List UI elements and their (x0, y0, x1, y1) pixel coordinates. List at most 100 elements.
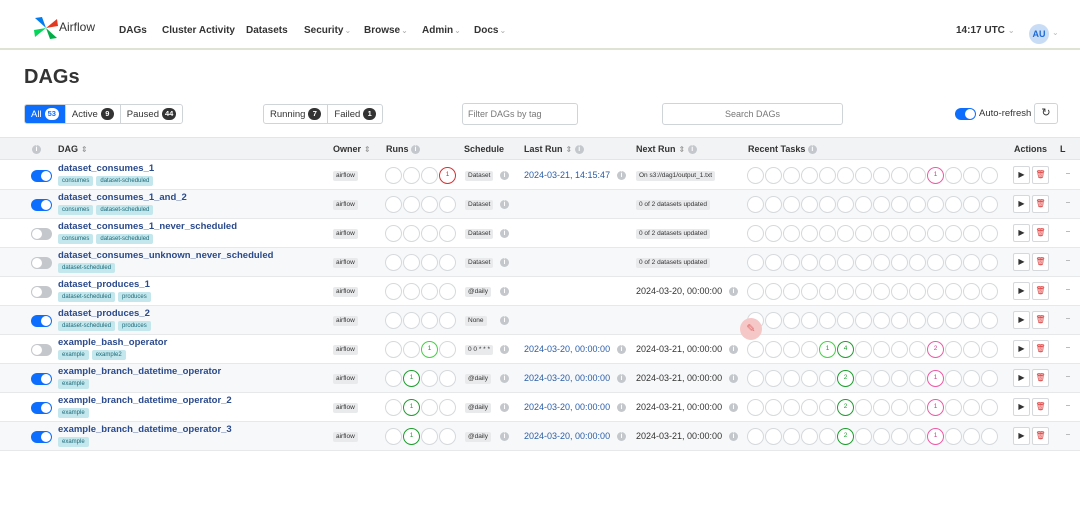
schedule-badge[interactable]: Dataset (465, 200, 494, 210)
run-state-circle[interactable] (403, 312, 420, 329)
task-state-circle[interactable] (819, 370, 836, 387)
owner-badge[interactable]: airflow (333, 287, 358, 297)
delete-dag-button[interactable]: 🗑 (1032, 224, 1049, 242)
task-state-circle[interactable] (927, 196, 944, 213)
task-state-circle[interactable] (765, 399, 782, 416)
task-state-circle[interactable] (783, 341, 800, 358)
task-state-circle[interactable] (963, 225, 980, 242)
info-icon[interactable]: i (617, 403, 626, 412)
trigger-dag-button[interactable]: ▶ (1013, 311, 1030, 329)
schedule-badge[interactable]: Dataset (465, 258, 494, 268)
task-state-circle[interactable] (981, 283, 998, 300)
last-run-link[interactable]: 2024-03-20, 00:00:00 (524, 373, 610, 383)
task-state-circle[interactable] (909, 341, 926, 358)
delete-dag-button[interactable]: 🗑 (1032, 369, 1049, 387)
user-avatar[interactable]: AU (1029, 24, 1049, 44)
dag-tag[interactable]: produces (118, 321, 151, 331)
run-state-circle[interactable] (439, 225, 456, 242)
task-state-circle[interactable] (945, 399, 962, 416)
task-state-circle[interactable] (963, 370, 980, 387)
nav-docs[interactable]: Docs⌄ (474, 25, 506, 36)
task-state-circle[interactable] (855, 428, 872, 445)
task-state-circle[interactable] (783, 225, 800, 242)
nav-browse[interactable]: Browse⌄ (364, 25, 408, 36)
info-icon[interactable]: i (687, 145, 697, 155)
task-state-circle[interactable] (819, 283, 836, 300)
dag-id-link[interactable]: example_bash_operator (58, 337, 167, 348)
run-state-circle[interactable] (385, 399, 402, 416)
task-state-circle[interactable] (873, 283, 890, 300)
task-state-circle[interactable] (801, 196, 818, 213)
run-state-circle[interactable] (439, 428, 456, 445)
pencil-icon[interactable]: ✎ (740, 318, 762, 340)
task-state-circle[interactable] (801, 428, 818, 445)
task-state-circle[interactable] (891, 312, 908, 329)
run-state-circle[interactable] (385, 341, 402, 358)
task-state-circle[interactable] (819, 312, 836, 329)
run-state-circle[interactable] (403, 167, 420, 184)
run-state-circle[interactable] (439, 370, 456, 387)
info-icon[interactable]: i (500, 432, 509, 441)
task-state-circle[interactable] (945, 428, 962, 445)
task-state-circle[interactable] (963, 428, 980, 445)
refresh-button[interactable]: ↻ (1034, 103, 1058, 124)
dag-tag[interactable]: example (58, 437, 89, 447)
run-state-circle[interactable] (421, 196, 438, 213)
task-state-circle[interactable] (819, 428, 836, 445)
task-state-circle[interactable]: 1 (927, 399, 944, 416)
run-state-circle[interactable]: 1 (421, 341, 438, 358)
task-state-circle[interactable] (783, 283, 800, 300)
dag-tag[interactable]: example (58, 408, 89, 418)
filter-all[interactable]: All 53 (25, 105, 66, 123)
info-icon[interactable]: i (617, 345, 626, 354)
task-state-circle[interactable] (945, 283, 962, 300)
schedule-badge[interactable]: None (465, 316, 487, 326)
dag-tag[interactable]: dataset-scheduled (96, 234, 154, 244)
task-state-circle[interactable]: 2 (837, 428, 854, 445)
task-state-circle[interactable] (873, 167, 890, 184)
tag-filter-input[interactable]: Filter DAGs by tag (462, 103, 578, 125)
col-owner[interactable]: Owner ⇕ (333, 144, 371, 154)
delete-dag-button[interactable]: 🗑 (1032, 253, 1049, 271)
owner-badge[interactable]: airflow (333, 200, 358, 210)
task-state-circle[interactable] (765, 283, 782, 300)
task-state-circle[interactable] (909, 167, 926, 184)
task-state-circle[interactable] (801, 370, 818, 387)
task-state-circle[interactable] (855, 370, 872, 387)
task-state-circle[interactable] (927, 225, 944, 242)
delete-dag-button[interactable]: 🗑 (1032, 398, 1049, 416)
task-state-circle[interactable] (855, 225, 872, 242)
task-state-circle[interactable] (891, 283, 908, 300)
dag-tag[interactable]: produces (118, 292, 151, 302)
task-state-circle[interactable] (801, 341, 818, 358)
info-icon[interactable]: i (500, 171, 509, 180)
run-state-circle[interactable] (421, 428, 438, 445)
run-state-circle[interactable] (385, 254, 402, 271)
task-state-circle[interactable] (927, 283, 944, 300)
info-icon[interactable]: i (500, 200, 509, 209)
delete-dag-button[interactable]: 🗑 (1032, 340, 1049, 358)
task-state-circle[interactable] (873, 254, 890, 271)
task-state-circle[interactable] (747, 428, 764, 445)
task-state-circle[interactable] (927, 312, 944, 329)
run-state-circle[interactable] (421, 254, 438, 271)
task-state-circle[interactable] (801, 283, 818, 300)
owner-badge[interactable]: airflow (333, 432, 358, 442)
delete-dag-button[interactable]: 🗑 (1032, 166, 1049, 184)
run-state-circle[interactable] (439, 283, 456, 300)
run-state-circle[interactable] (439, 254, 456, 271)
task-state-circle[interactable] (837, 196, 854, 213)
task-state-circle[interactable] (873, 312, 890, 329)
info-icon[interactable]: i (807, 145, 817, 155)
task-state-circle[interactable] (837, 283, 854, 300)
run-state-circle[interactable]: 1 (403, 399, 420, 416)
airflow-logo-icon[interactable] (33, 16, 59, 40)
task-state-circle[interactable] (801, 254, 818, 271)
owner-badge[interactable]: airflow (333, 374, 358, 384)
task-state-circle[interactable] (909, 312, 926, 329)
owner-badge[interactable]: airflow (333, 258, 358, 268)
run-state-circle[interactable] (439, 196, 456, 213)
task-state-circle[interactable] (873, 225, 890, 242)
task-state-circle[interactable] (909, 225, 926, 242)
trigger-dag-button[interactable]: ▶ (1013, 398, 1030, 416)
